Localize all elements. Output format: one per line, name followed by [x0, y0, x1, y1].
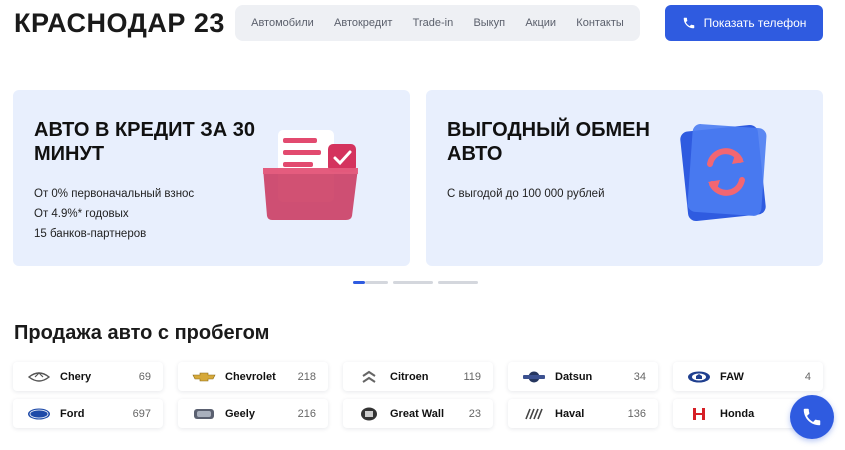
brand-count: 4: [804, 370, 811, 383]
brand-name: FAW: [720, 370, 744, 383]
banner-credit-title: АВТО В КРЕДИТ ЗА 30 МИНУТ: [34, 119, 256, 165]
chery-logo-icon: [27, 370, 51, 384]
banner-credit[interactable]: АВТО В КРЕДИТ ЗА 30 МИНУТ От 0% первонач…: [13, 90, 410, 266]
brand-name: Great Wall: [390, 407, 444, 420]
brand-name: Chery: [60, 370, 92, 383]
nav-item-buyout[interactable]: Выкуп: [473, 17, 505, 29]
brand-card-chevrolet[interactable]: Chevrolet 218: [178, 362, 328, 391]
carousel-dot-1[interactable]: [353, 281, 365, 284]
show-phone-button[interactable]: Показать телефон: [665, 5, 823, 41]
banner-credit-lines: От 0% первоначальный взнос От 4.9%* годо…: [34, 184, 194, 244]
banner-trade-in-line: С выгодой до 100 000 рублей: [447, 188, 605, 200]
honda-logo-icon: [687, 407, 711, 421]
site-logo[interactable]: КРАСНОДАР 23: [14, 8, 225, 39]
carousel-dot-3[interactable]: [438, 281, 478, 284]
brand-card-citroen[interactable]: Citroen 119: [343, 362, 493, 391]
brand-card-geely[interactable]: Geely 216: [178, 399, 328, 428]
used-cars-section-title: Продажа авто с пробегом: [14, 322, 270, 344]
brand-card-haval[interactable]: Haval 136: [508, 399, 658, 428]
brand-count: 216: [297, 407, 316, 420]
site-header: КРАСНОДАР 23 Автомобили Автокредит Trade…: [0, 0, 845, 50]
ford-logo-icon: [27, 407, 51, 421]
banner-credit-line: 15 банков-партнеров: [34, 228, 147, 240]
chevrolet-logo-icon: [192, 370, 216, 384]
brand-card-great-wall[interactable]: Great Wall 23: [343, 399, 493, 428]
banner-credit-line: От 4.9%* годовых: [34, 208, 129, 220]
phone-icon: [803, 408, 821, 426]
banner-trade-in-title: ВЫГОДНЫЙ ОБМЕН АВТО: [447, 119, 650, 165]
geely-logo-icon: [192, 407, 216, 421]
main-nav: Автомобили Автокредит Trade-in Выкуп Акц…: [235, 5, 640, 41]
brand-count: 136: [627, 407, 646, 420]
brand-name: Datsun: [555, 370, 593, 383]
banner-trade-in[interactable]: ВЫГОДНЫЙ ОБМЕН АВТО С выгодой до 100 000…: [426, 90, 823, 266]
brand-card-ford[interactable]: Ford 697: [13, 399, 163, 428]
carousel-dot-2[interactable]: [393, 281, 433, 284]
great-wall-logo-icon: [357, 407, 381, 421]
brand-card-chery[interactable]: Chery 69: [13, 362, 163, 391]
brand-grid: Chery 69 Chevrolet 218 Citroen 119 Datsu…: [13, 362, 823, 428]
nav-item-contacts[interactable]: Контакты: [576, 17, 624, 29]
citroen-logo-icon: [357, 370, 381, 384]
nav-item-promos[interactable]: Акции: [525, 17, 556, 29]
document-folder-icon: [263, 130, 358, 220]
brand-count: 23: [468, 407, 481, 420]
datsun-logo-icon: [522, 370, 546, 384]
brand-count: 218: [297, 370, 316, 383]
brand-count: 119: [463, 370, 481, 383]
brand-card-faw[interactable]: FAW 4: [673, 362, 823, 391]
brand-name: Chevrolet: [225, 370, 276, 383]
brand-name: Geely: [225, 407, 255, 420]
carousel-dots: [353, 281, 478, 284]
show-phone-label: Показать телефон: [703, 16, 807, 30]
phone-icon: [683, 17, 694, 29]
faw-logo-icon: [687, 370, 711, 384]
nav-item-trade-in[interactable]: Trade-in: [413, 17, 454, 29]
nav-item-cars[interactable]: Автомобили: [251, 17, 314, 29]
brand-name: Citroen: [390, 370, 429, 383]
brand-count: 697: [132, 407, 151, 420]
exchange-card-icon: [680, 124, 767, 222]
brand-count: 69: [138, 370, 151, 383]
brand-card-datsun[interactable]: Datsun 34: [508, 362, 658, 391]
brand-count: 34: [633, 370, 646, 383]
banner-trade-in-lines: С выгодой до 100 000 рублей: [447, 184, 605, 204]
floating-call-button[interactable]: [790, 395, 834, 439]
brand-name: Haval: [555, 407, 585, 420]
banner-credit-line: От 0% первоначальный взнос: [34, 188, 195, 200]
nav-item-credit[interactable]: Автокредит: [334, 17, 392, 29]
haval-logo-icon: [522, 407, 546, 421]
brand-name: Ford: [60, 407, 85, 420]
carousel-dot-1-rest[interactable]: [365, 281, 388, 284]
